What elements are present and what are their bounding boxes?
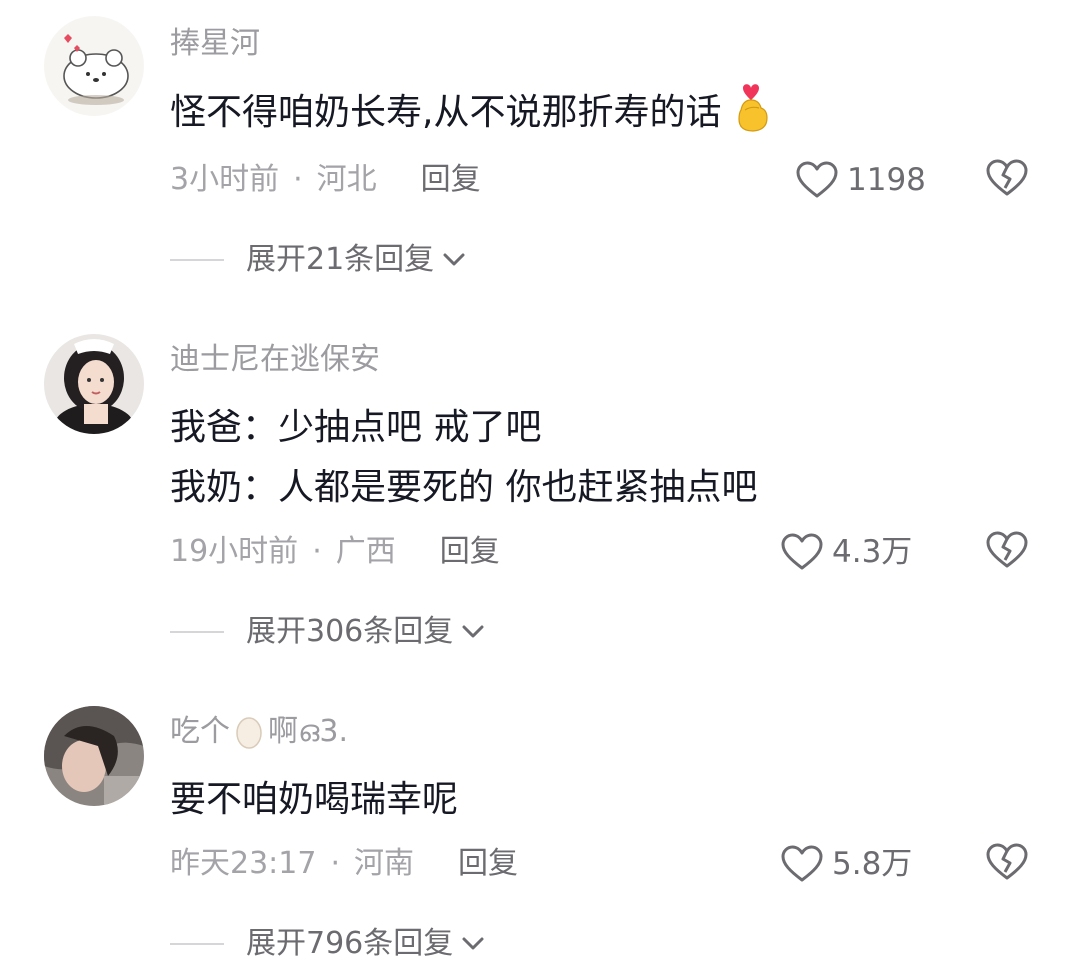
comment-item: 吃个 啊ഒ3. 要不咱奶喝瑞幸呢 昨天23:17 · 河南 回复 5.8万 展开…	[0, 690, 1080, 979]
like-button[interactable]: 4.3万	[780, 532, 912, 572]
divider	[170, 259, 224, 261]
reply-button[interactable]: 回复	[421, 160, 481, 200]
comment-meta: 昨天23:17 · 河南 回复	[170, 844, 518, 884]
like-count: 5.8万	[832, 846, 913, 882]
comment-item: 捧星河 怪不得咱奶长寿,从不说那折寿的话 3小时前 · 河北 回复 1198 展…	[0, 0, 1080, 300]
heart-outline-icon	[780, 532, 824, 572]
comment-text-line: 我爸：少抽点吧 戒了吧	[170, 407, 542, 448]
expand-replies-label: 展开306条回复	[246, 614, 454, 649]
chevron-down-icon	[461, 936, 485, 952]
expand-replies-label: 展开21条回复	[246, 242, 435, 277]
timestamp: 19小时前	[170, 534, 299, 569]
expand-replies-button[interactable]: 展开796条回复	[170, 924, 485, 964]
avatar[interactable]	[44, 334, 144, 434]
location: 河南	[354, 846, 415, 881]
chevron-down-icon	[442, 252, 466, 268]
broken-heart-icon	[985, 530, 1029, 574]
comment-meta: 3小时前 · 河北 回复	[170, 160, 481, 200]
like-button[interactable]: 1198	[795, 160, 926, 200]
expand-replies-button[interactable]: 展开21条回复	[170, 240, 466, 280]
divider	[170, 943, 224, 945]
like-count: 1198	[847, 162, 926, 198]
timestamp: 3小时前	[170, 162, 280, 197]
timestamp: 昨天23:17	[170, 846, 317, 881]
chevron-down-icon	[461, 624, 485, 640]
egg-emoji	[234, 713, 264, 751]
like-count: 4.3万	[832, 534, 913, 570]
avatar[interactable]	[44, 16, 144, 116]
reply-button[interactable]: 回复	[440, 532, 500, 572]
divider	[170, 631, 224, 633]
separator: ·	[330, 846, 341, 881]
separator: ·	[293, 162, 303, 197]
username[interactable]: 捧星河	[170, 24, 260, 64]
comment-text-line: 怪不得咱奶长寿,从不说那折寿的话	[170, 92, 722, 133]
username[interactable]: 吃个 啊ഒ3.	[170, 712, 348, 752]
dislike-button[interactable]	[985, 842, 1029, 886]
expand-replies-label: 展开796条回复	[246, 926, 454, 961]
broken-heart-icon	[985, 158, 1029, 202]
avatar[interactable]	[44, 706, 144, 806]
comment-meta: 19小时前 · 广西 回复	[170, 532, 500, 572]
location: 广西	[335, 534, 396, 569]
finger-heart-emoji	[733, 80, 773, 145]
heart-outline-icon	[780, 844, 824, 884]
comment-item: 迪士尼在逃保安 我爸：少抽点吧 戒了吧 我奶：人都是要死的 你也赶紧抽点吧 19…	[0, 320, 1080, 660]
comment-text: 怪不得咱奶长寿,从不说那折寿的话	[170, 80, 773, 145]
username-text: 吃个	[170, 714, 230, 749]
separator: ·	[312, 534, 322, 569]
comment-text-line: 我奶：人都是要死的 你也赶紧抽点吧	[170, 467, 758, 508]
heart-outline-icon	[795, 160, 839, 200]
username[interactable]: 迪士尼在逃保安	[170, 340, 380, 380]
dislike-button[interactable]	[985, 158, 1029, 202]
location: 河北	[316, 162, 377, 197]
dislike-button[interactable]	[985, 530, 1029, 574]
reply-button[interactable]: 回复	[458, 844, 518, 884]
expand-replies-button[interactable]: 展开306条回复	[170, 612, 485, 652]
like-button[interactable]: 5.8万	[780, 844, 912, 884]
comment-text-line: 要不咱奶喝瑞幸呢	[170, 779, 459, 820]
username-text: 啊ഒ3.	[268, 714, 349, 749]
broken-heart-icon	[985, 842, 1029, 886]
